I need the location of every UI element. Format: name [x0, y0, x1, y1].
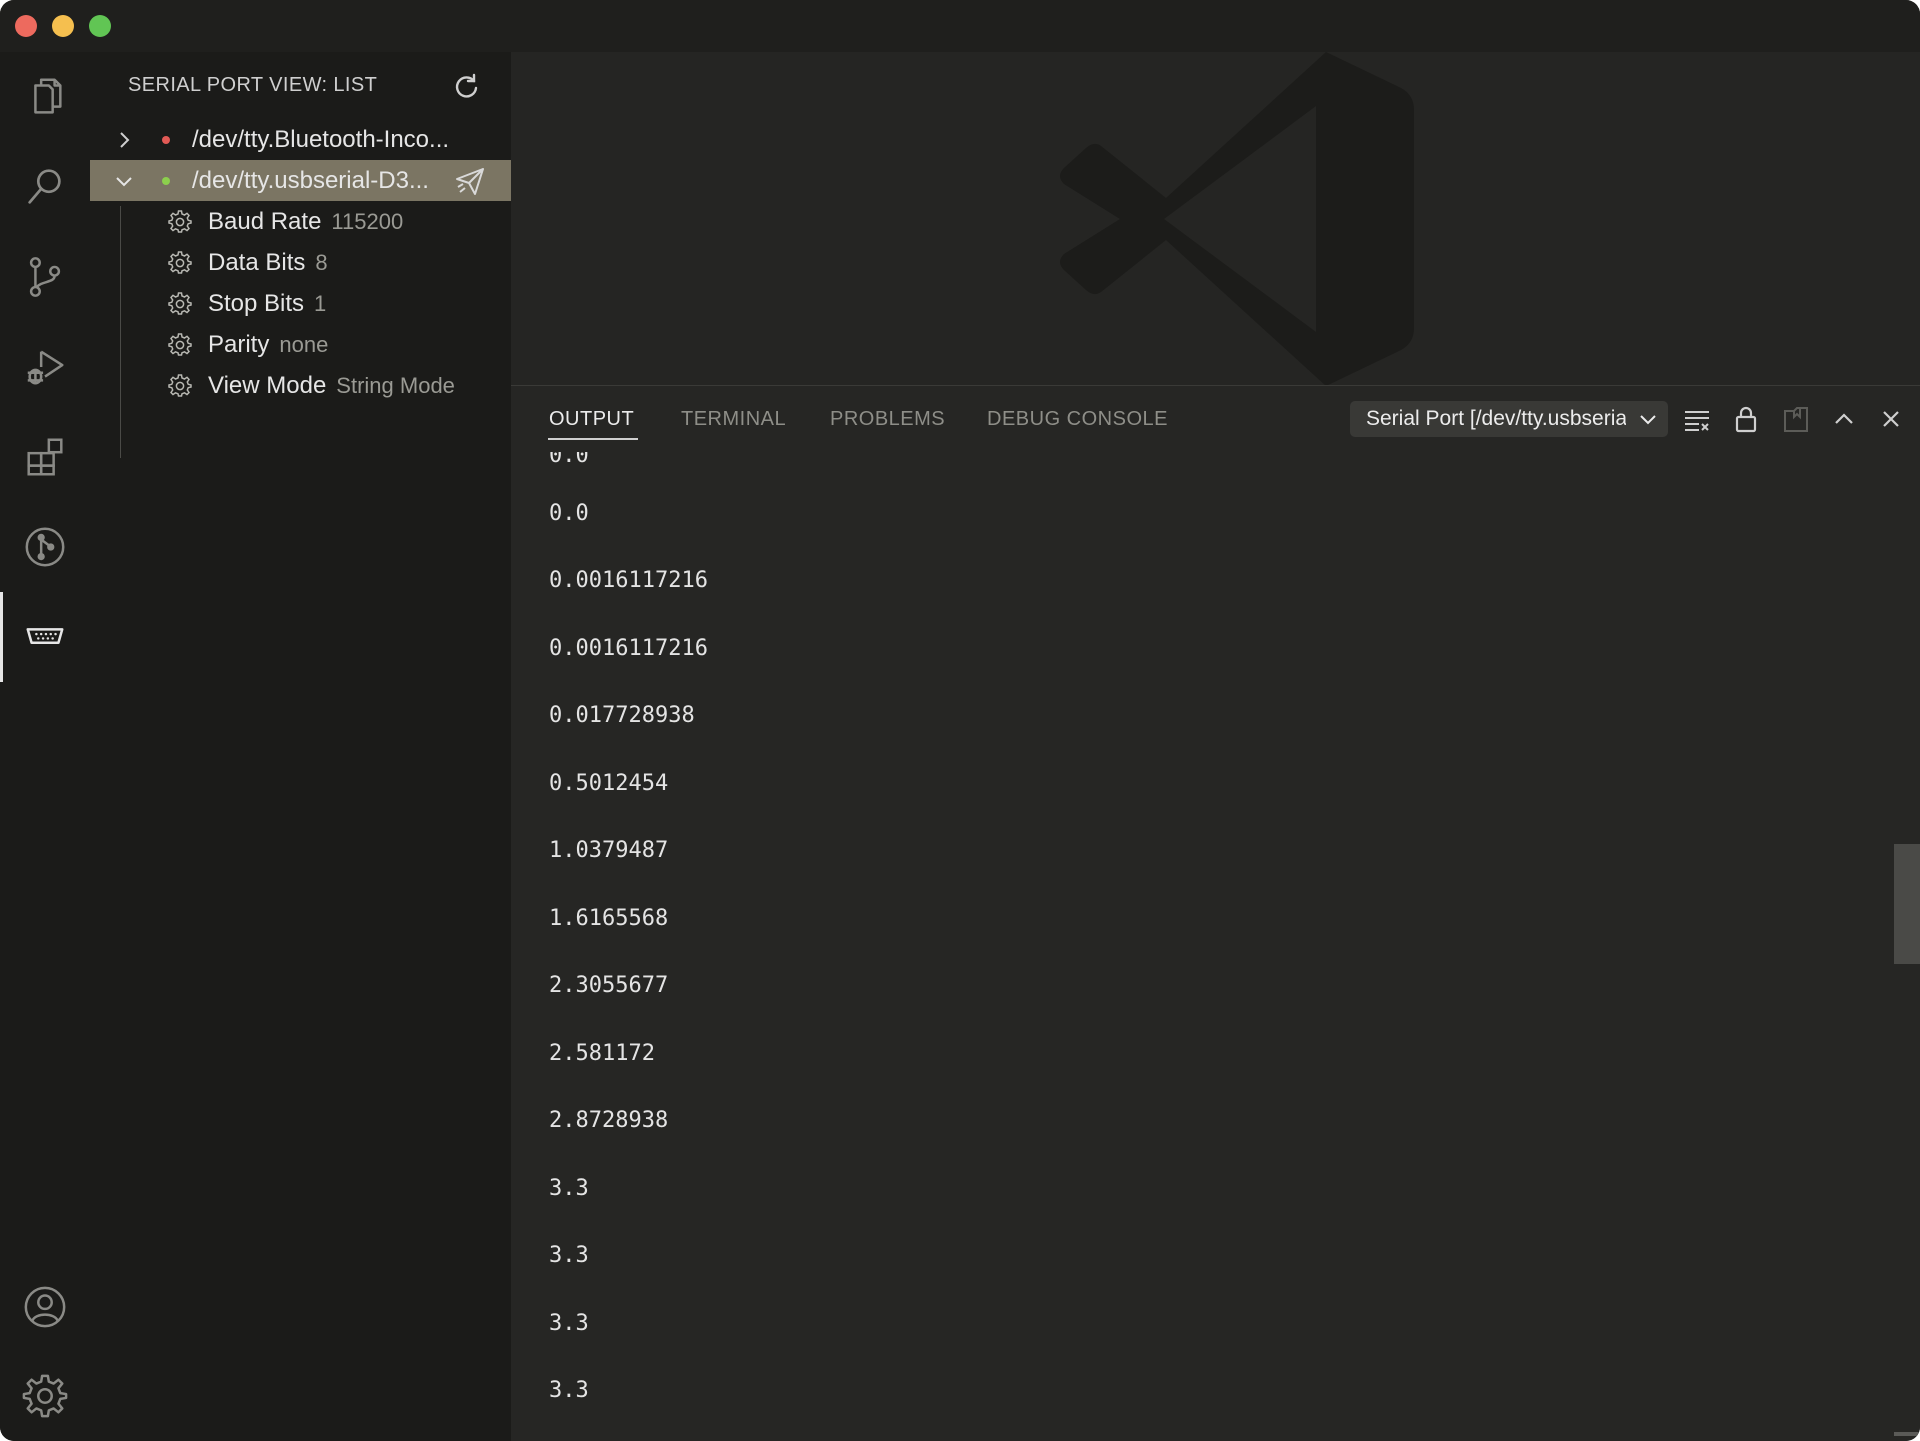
- serial-port-activity[interactable]: [0, 592, 90, 682]
- account-icon: [24, 1286, 66, 1328]
- gear-icon: [22, 1374, 68, 1418]
- property-value: 8: [315, 249, 328, 275]
- scroll-end-marker: [1894, 1432, 1920, 1436]
- output-channel-value: Serial Port [/dev/tty.usbserial: [1366, 407, 1626, 430]
- maximize-window-button[interactable]: [89, 15, 111, 37]
- property-value: 1: [314, 290, 327, 316]
- tab-debug-console[interactable]: DEBUG CONSOLE: [987, 408, 1168, 431]
- property-label: Baud Rate: [208, 207, 322, 235]
- serial-port-sidebar: SERIAL PORT VIEW: LIST /dev/tty.Bluetoot…: [90, 52, 511, 1441]
- output-line: 0.0016117216: [549, 636, 708, 661]
- output-line: 0.017728938: [549, 703, 695, 728]
- chevron-down-icon[interactable]: [114, 171, 134, 191]
- property-baud-rate[interactable]: Baud Rate 115200: [90, 201, 511, 242]
- minimize-window-button[interactable]: [52, 15, 74, 37]
- search-icon: [28, 169, 61, 204]
- serial-port-icon: [26, 628, 64, 644]
- output-line: 0.0: [549, 452, 589, 468]
- git-graph-icon: [25, 527, 65, 567]
- send-icon[interactable]: [454, 165, 486, 197]
- output-line: 1.0379487: [549, 838, 669, 863]
- gear-icon: [168, 250, 192, 274]
- vscode-logo-icon: [1060, 52, 1414, 386]
- gear-icon: [168, 209, 192, 233]
- port-item-bluetooth[interactable]: /dev/tty.Bluetooth-Inco...: [90, 119, 511, 160]
- output-log[interactable]: 0.0 0.0 0.0016117216 0.0016117216 0.0177…: [511, 452, 1891, 1441]
- output-line: 3.3: [549, 1243, 589, 1268]
- property-view-mode[interactable]: View Mode String Mode: [90, 365, 511, 406]
- output-line: 1.6165568: [549, 906, 669, 931]
- output-line: 0.0016117216: [549, 568, 708, 593]
- status-dot-connected: [162, 176, 170, 185]
- tab-terminal[interactable]: TERMINAL: [681, 408, 786, 431]
- property-value: String Mode: [336, 372, 455, 398]
- editor-area: [511, 52, 1920, 386]
- output-line: 2.8728938: [549, 1108, 669, 1133]
- search-activity[interactable]: [0, 142, 90, 232]
- open-log-icon[interactable]: [1780, 403, 1812, 435]
- maximize-panel-icon[interactable]: [1828, 403, 1860, 435]
- property-value: none: [279, 331, 329, 357]
- status-dot-disconnected: [162, 135, 170, 144]
- chevron-down-icon: [1640, 415, 1656, 425]
- property-label: View Mode: [208, 371, 327, 399]
- gear-icon: [168, 291, 192, 315]
- output-line: 3.3: [549, 1378, 589, 1403]
- tab-output[interactable]: OUTPUT: [549, 408, 634, 431]
- output-line: 2.581172: [549, 1041, 655, 1066]
- explorer-activity[interactable]: [0, 52, 90, 142]
- title-bar: [0, 0, 1920, 52]
- output-line: 3.3: [549, 1311, 589, 1336]
- chevron-right-icon[interactable]: [114, 130, 134, 150]
- property-label: Parity: [208, 330, 270, 358]
- run-debug-icon: [27, 350, 64, 385]
- port-item-usbserial[interactable]: /dev/tty.usbserial-D3...: [90, 160, 511, 201]
- source-control-icon: [29, 257, 61, 297]
- manage-activity[interactable]: [0, 1351, 90, 1441]
- property-parity[interactable]: Parity none: [90, 324, 511, 365]
- output-channel-select[interactable]: Serial Port [/dev/tty.usbserial: [1350, 401, 1668, 437]
- output-line: 2.3055677: [549, 973, 669, 998]
- extensions-activity[interactable]: [0, 412, 90, 502]
- close-panel-icon[interactable]: [1875, 403, 1907, 435]
- refresh-icon[interactable]: [452, 72, 482, 102]
- property-stop-bits[interactable]: Stop Bits 1: [90, 283, 511, 324]
- extensions-icon: [27, 438, 63, 476]
- output-line: 3.3: [549, 1176, 589, 1201]
- source-control-activity[interactable]: [0, 232, 90, 322]
- git-graph-activity[interactable]: [0, 502, 90, 592]
- tab-problems[interactable]: PROBLEMS: [830, 408, 945, 431]
- accounts-activity[interactable]: [0, 1262, 90, 1352]
- bottom-panel: OUTPUT TERMINAL PROBLEMS DEBUG CONSOLE S…: [511, 386, 1920, 1441]
- output-line: 0.0: [549, 501, 589, 526]
- port-label: /dev/tty.usbserial-D3...: [192, 166, 429, 194]
- output-line: 0.5012454: [549, 771, 669, 796]
- property-label: Data Bits: [208, 248, 306, 276]
- active-tab-indicator: [548, 438, 638, 440]
- port-label: /dev/tty.Bluetooth-Inco...: [192, 125, 450, 153]
- property-label: Stop Bits: [208, 289, 305, 317]
- lock-icon[interactable]: [1730, 403, 1762, 435]
- property-value: 115200: [331, 208, 404, 234]
- panel-tabs: OUTPUT TERMINAL PROBLEMS DEBUG CONSOLE S…: [511, 386, 1920, 452]
- gear-icon: [168, 373, 192, 397]
- app-window: SERIAL PORT VIEW: LIST /dev/tty.Bluetoot…: [0, 0, 1920, 1441]
- output-scrollbar-thumb[interactable]: [1894, 844, 1920, 964]
- sidebar-title: SERIAL PORT VIEW: LIST: [128, 74, 378, 96]
- clear-output-icon[interactable]: [1681, 403, 1713, 435]
- property-data-bits[interactable]: Data Bits 8: [90, 242, 511, 283]
- run-debug-activity[interactable]: [0, 322, 90, 412]
- gear-icon: [168, 332, 192, 356]
- close-window-button[interactable]: [15, 15, 37, 37]
- files-icon: [34, 78, 62, 114]
- activity-bar: [0, 52, 90, 1441]
